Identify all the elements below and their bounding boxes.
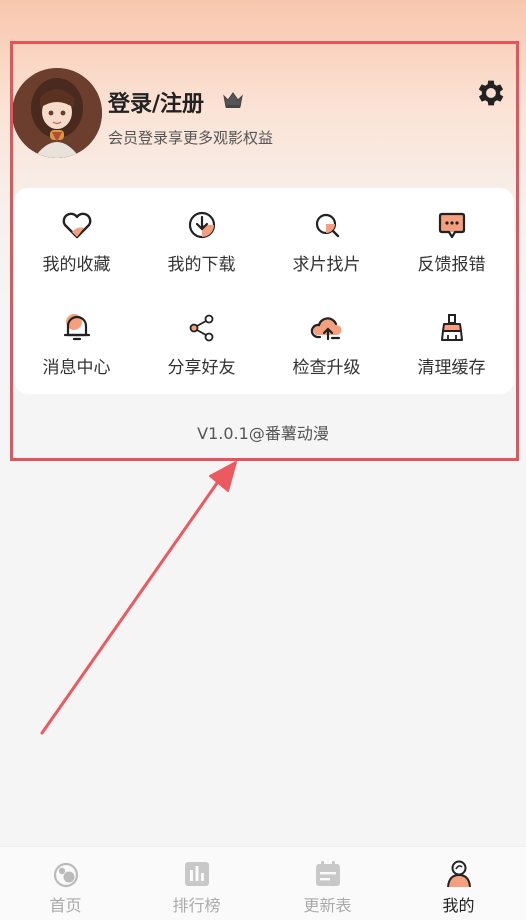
bottom-tab-bar: 首页 排行榜 更新表 我的 [0, 846, 526, 920]
annotation-highlight-box [10, 41, 519, 461]
tab-label: 更新表 [303, 896, 352, 915]
tab-label: 排行榜 [172, 896, 221, 915]
ranking-icon [184, 862, 209, 886]
calendar-icon [315, 861, 340, 886]
profile-icon [446, 860, 471, 888]
tab-mine[interactable]: 我的 [393, 847, 524, 920]
tab-label: 我的 [442, 896, 475, 915]
tab-label: 首页 [49, 896, 82, 915]
tab-home[interactable]: 首页 [0, 847, 131, 920]
tab-ranking[interactable]: 排行榜 [131, 847, 262, 920]
home-icon [53, 862, 78, 888]
tab-schedule[interactable]: 更新表 [262, 847, 393, 920]
